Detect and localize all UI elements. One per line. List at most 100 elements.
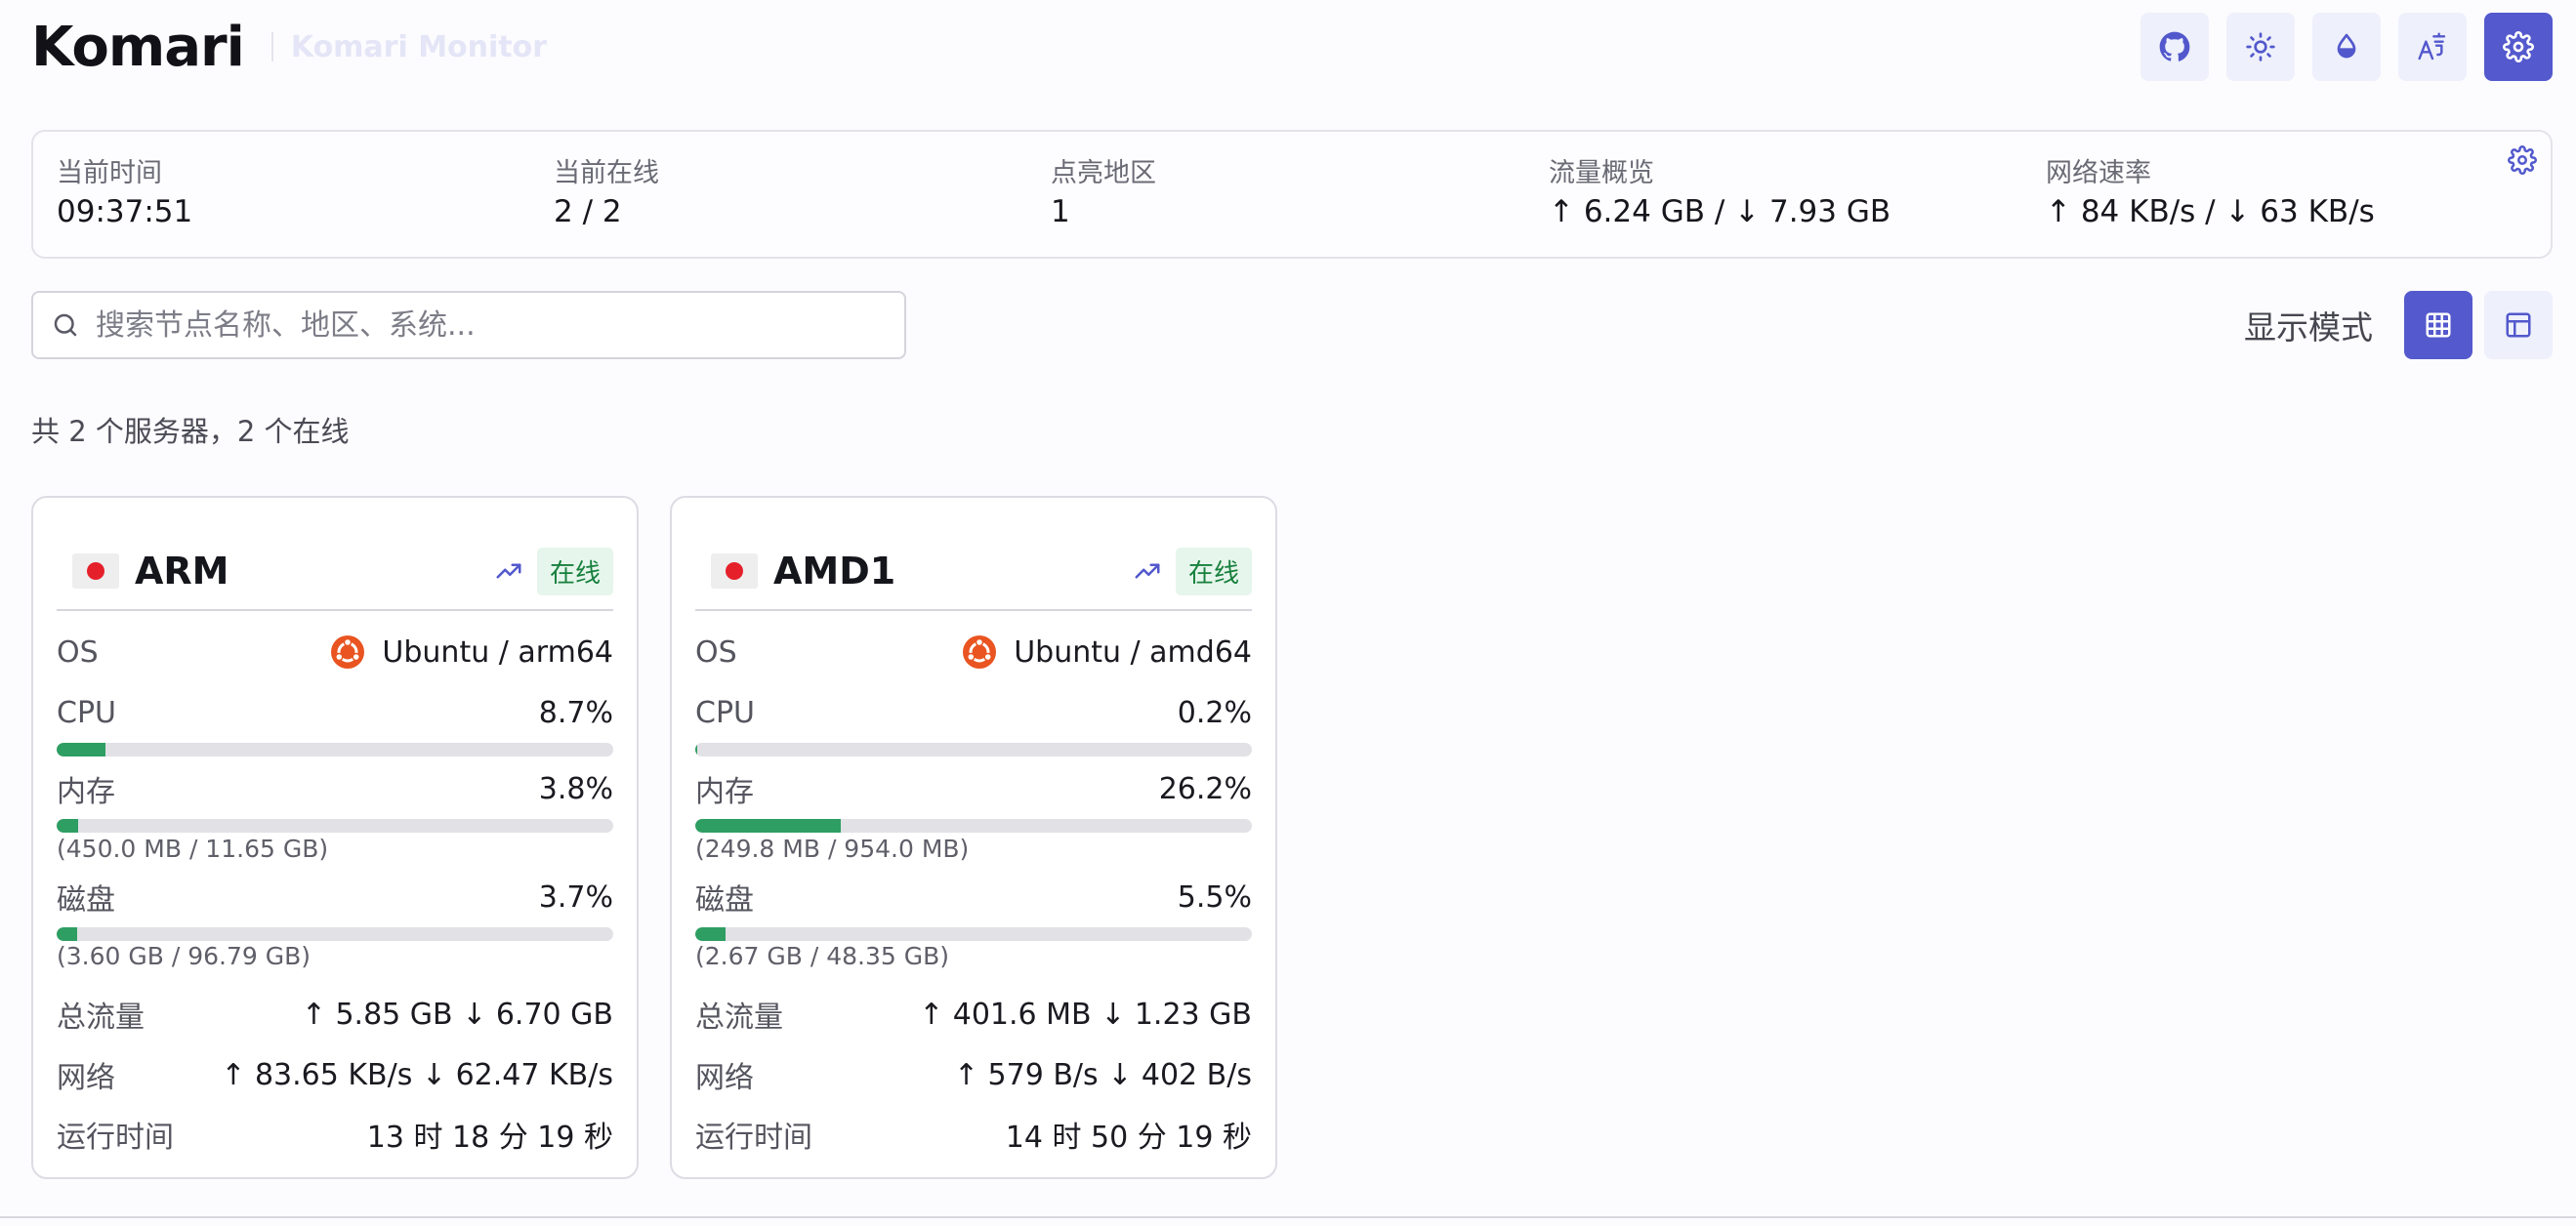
stats-settings-icon[interactable] <box>2508 145 2537 175</box>
settings-button[interactable] <box>2484 13 2553 81</box>
network-row: 网络 ↑ 83.65 KB/s ↓ 62.47 KB/s <box>57 1054 613 1096</box>
memory-bar <box>695 819 1252 833</box>
disk-detail: (3.60 GB / 96.79 GB) <box>57 942 311 970</box>
network-label: 网络 <box>695 1061 754 1095</box>
search-input[interactable] <box>96 307 904 343</box>
table-view-button[interactable] <box>2484 291 2553 359</box>
uptime-value: 13 时 18 分 19 秒 <box>366 1121 613 1155</box>
memory-value: 3.8% <box>538 771 613 806</box>
traffic-row: 总流量 ↑ 5.85 GB ↓ 6.70 GB <box>57 994 613 1036</box>
os-row: OS Ubuntu / arm64 <box>57 633 613 672</box>
stat-value: 09:37:51 <box>57 194 193 229</box>
os-name: Ubuntu / arm64 <box>382 634 613 670</box>
settings-icon <box>2503 31 2534 62</box>
stats-panel: 当前时间 09:37:51 当前在线 2 / 2 点亮地区 1 流量概览 ↑ 6… <box>31 130 2553 259</box>
stat-label: 网络速率 <box>2046 158 2151 188</box>
stat-traffic: 流量概览 ↑ 6.24 GB / ↓ 7.93 GB <box>1549 157 1890 231</box>
traffic-row: 总流量 ↑ 401.6 MB ↓ 1.23 GB <box>695 994 1252 1036</box>
disk-label: 磁盘 <box>57 883 115 918</box>
network-label: 网络 <box>57 1061 115 1095</box>
stat-value: ↑ 6.24 GB / ↓ 7.93 GB <box>1549 194 1891 229</box>
language-button[interactable] <box>2398 13 2467 81</box>
brand-subtitle: Komari Monitor <box>290 29 548 64</box>
uptime-label: 运行时间 <box>57 1121 174 1155</box>
theme-toggle-button[interactable] <box>2226 13 2295 81</box>
server-card[interactable]: ARM 在线 OS Ubuntu / arm64 CPU 8.7% 内存 3.8… <box>31 496 639 1179</box>
japan-flag-icon <box>711 553 758 589</box>
traffic-label: 总流量 <box>57 1001 145 1035</box>
divider <box>57 609 613 611</box>
stat-network-speed: 网络速率 ↑ 84 KB/s / ↓ 63 KB/s <box>2046 157 2375 231</box>
disk-row: 磁盘 3.7% <box>57 878 613 919</box>
grid-icon <box>2426 312 2451 338</box>
cpu-bar-fill <box>695 743 697 756</box>
cpu-label: CPU <box>695 695 755 730</box>
server-name: ARM <box>135 550 229 593</box>
divider <box>695 609 1252 611</box>
disk-row: 磁盘 5.5% <box>695 878 1252 919</box>
ubuntu-icon <box>331 635 365 669</box>
server-card[interactable]: AMD1 在线 OS Ubuntu / amd64 CPU 0.2% 内存 26… <box>670 496 1277 1179</box>
color-theme-button[interactable] <box>2312 13 2381 81</box>
disk-bar <box>695 927 1252 941</box>
cpu-value: 0.2% <box>1177 695 1252 730</box>
stat-value: 1 <box>1051 194 1070 229</box>
github-button[interactable] <box>2140 13 2209 81</box>
memory-bar <box>57 819 613 833</box>
os-label: OS <box>57 634 99 670</box>
japan-flag-icon <box>72 553 119 589</box>
status-badge: 在线 <box>1175 547 1252 595</box>
disk-value: 5.5% <box>1177 879 1252 915</box>
trending-up-icon[interactable] <box>1133 556 1162 586</box>
sun-icon <box>2246 32 2275 61</box>
uptime-label: 运行时间 <box>695 1121 812 1155</box>
brand-name: Komari <box>31 15 245 79</box>
cpu-label: CPU <box>57 695 116 730</box>
page-bottom-divider <box>0 1216 2576 1218</box>
uptime-row: 运行时间 14 时 50 分 19 秒 <box>695 1114 1252 1155</box>
memory-row: 内存 26.2% <box>695 769 1252 810</box>
memory-label: 内存 <box>695 775 754 809</box>
os-value: Ubuntu / arm64 <box>331 635 613 670</box>
disk-detail: (2.67 GB / 48.35 GB) <box>695 942 949 970</box>
stat-label: 点亮地区 <box>1051 158 1156 188</box>
memory-detail: (450.0 MB / 11.65 GB) <box>57 835 329 863</box>
memory-value: 26.2% <box>1158 771 1252 806</box>
cpu-row: CPU 8.7% <box>57 693 613 732</box>
card-header: AMD1 在线 <box>695 533 1252 609</box>
disk-bar <box>57 927 613 941</box>
grid-view-button[interactable] <box>2404 291 2472 359</box>
stat-label: 流量概览 <box>1549 158 1654 188</box>
uptime-value: 14 时 50 分 19 秒 <box>1005 1121 1252 1155</box>
brand-divider <box>270 32 273 61</box>
memory-bar-fill <box>695 819 842 833</box>
github-icon <box>2159 31 2190 61</box>
cpu-bar <box>695 743 1252 756</box>
trending-up-icon[interactable] <box>494 556 523 586</box>
cpu-value: 8.7% <box>538 695 613 730</box>
disk-value: 3.7% <box>538 879 613 915</box>
network-value: ↑ 83.65 KB/s ↓ 62.47 KB/s <box>221 1057 613 1092</box>
server-name: AMD1 <box>773 550 896 593</box>
uptime-row: 运行时间 13 时 18 分 19 秒 <box>57 1114 613 1155</box>
table-icon <box>2506 312 2531 338</box>
header-toolbar <box>2140 13 2553 81</box>
disk-label: 磁盘 <box>695 883 754 918</box>
translate-icon <box>2418 32 2446 61</box>
search-icon <box>54 313 77 337</box>
stat-value: ↑ 84 KB/s / ↓ 63 KB/s <box>2046 194 2375 229</box>
droplet-icon <box>2337 33 2356 59</box>
cpu-row: CPU 0.2% <box>695 693 1252 732</box>
memory-row: 内存 3.8% <box>57 769 613 810</box>
cpu-bar-fill <box>57 743 105 756</box>
display-mode: 显示模式 <box>2244 291 2553 359</box>
traffic-value: ↑ 5.85 GB ↓ 6.70 GB <box>301 997 613 1032</box>
cpu-bar <box>57 743 613 756</box>
stat-online: 当前在线 2 / 2 <box>554 157 659 231</box>
os-name: Ubuntu / amd64 <box>1014 634 1252 670</box>
stat-regions: 点亮地区 1 <box>1051 157 1156 231</box>
status-badge: 在线 <box>536 547 613 595</box>
memory-detail: (249.8 MB / 954.0 MB) <box>695 835 970 863</box>
stat-label: 当前在线 <box>554 158 659 188</box>
server-summary: 共 2 个服务器，2 个在线 <box>31 415 350 448</box>
